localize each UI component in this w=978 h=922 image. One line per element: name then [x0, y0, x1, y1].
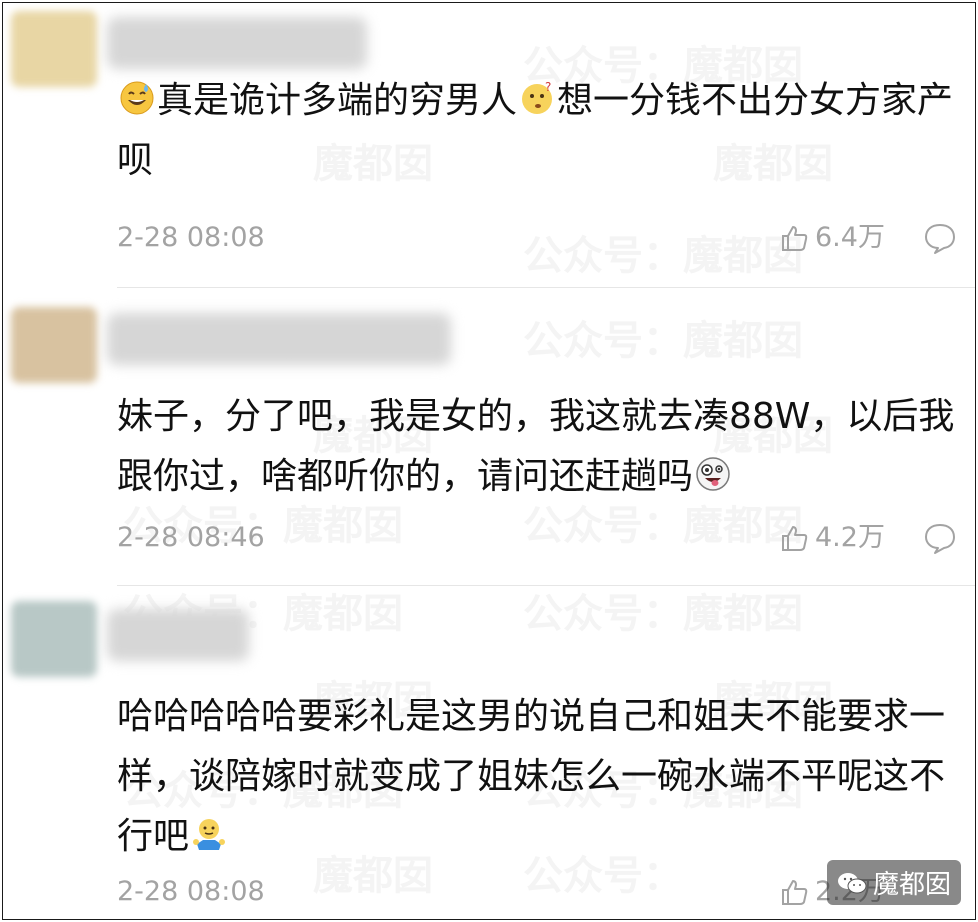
comment-text: 哈哈哈哈哈要彩礼是这男的说自己和姐夫不能要求一样，谈陪嫁时就变成了姐妹怎么一碗水… — [117, 687, 957, 867]
sweat-smile-emoji — [120, 81, 154, 115]
avatar[interactable] — [11, 11, 97, 87]
comment-text-segment: 妹子，分了吧，我是女的，我这就去凑88W，以后我跟你过，啥都听你的，请问还赶趟吗 — [117, 396, 955, 497]
watermark-badge: 魔都囡 — [826, 860, 961, 905]
watermark-text: 公众号： — [523, 318, 683, 364]
crazy-face-emoji — [696, 457, 730, 491]
comment-text: 妹子，分了吧，我是女的，我这就去凑88W，以后我跟你过，啥都听你的，请问还赶趟吗 — [117, 387, 957, 507]
like-button[interactable]: 4.2万 — [779, 521, 885, 555]
watermark-text: 魔都囡 — [683, 591, 803, 637]
wechat-icon — [837, 872, 867, 893]
username-blurred[interactable] — [107, 609, 249, 661]
comment-text: 真是诡计多端的穷男人 ? 想一分钱不出分女方家产呗 — [117, 71, 957, 191]
avatar[interactable] — [11, 601, 97, 677]
avatar[interactable] — [11, 307, 97, 383]
comment-time: 2-28 08:46 — [117, 522, 265, 553]
watermark-text: 魔都囡 — [283, 503, 403, 549]
divider — [117, 585, 975, 586]
comment-text-segment: 哈哈哈哈哈要彩礼是这男的说自己和姐夫不能要求一样，谈陪嫁时就变成了姐妹怎么一碗水… — [117, 696, 946, 857]
reply-icon[interactable] — [923, 221, 957, 255]
comment-text-segment: 真是诡计多端的穷男人 — [157, 80, 518, 121]
shrug-emoji — [193, 819, 226, 850]
badge-text: 魔都囡 — [872, 870, 951, 900]
comment-time: 2-28 08:08 — [117, 222, 265, 253]
comment-time: 2-28 08:08 — [117, 876, 265, 907]
divider — [117, 287, 975, 288]
like-count: 4.2万 — [815, 522, 885, 553]
like-button[interactable]: 6.4万 — [779, 221, 885, 255]
comment-list: 公众号：魔都囡 魔都囡 魔都囡 公众号：魔都囡 公众号：魔都囡 公众号：魔都囡 … — [2, 2, 976, 920]
thumbs-up-icon — [782, 526, 808, 551]
thinking-emoji: ? — [522, 80, 553, 114]
reply-icon[interactable] — [923, 521, 957, 555]
username-blurred[interactable] — [107, 17, 367, 69]
thumbs-up-icon — [782, 880, 808, 905]
like-count: 6.4万 — [815, 222, 885, 253]
watermark-text: 公众号： — [523, 503, 683, 549]
watermark-text: 魔都囡 — [283, 591, 403, 637]
watermark-text: 公众号： — [523, 233, 683, 279]
svg-text:?: ? — [545, 80, 551, 94]
watermark-text: 公众号： — [523, 591, 683, 637]
thumbs-up-icon — [782, 226, 808, 251]
watermark-text: 魔都囡 — [683, 318, 803, 364]
username-blurred[interactable] — [107, 313, 451, 365]
